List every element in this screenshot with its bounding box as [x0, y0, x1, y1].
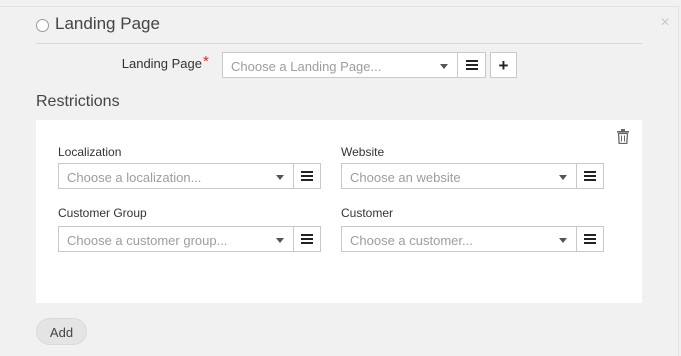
- close-icon[interactable]: ×: [658, 15, 672, 31]
- customer-group-label: Customer Group: [58, 206, 147, 220]
- section-header: Landing Page: [36, 14, 160, 34]
- landing-page-list-button[interactable]: [457, 52, 486, 78]
- localization-select[interactable]: Choose a localization...: [58, 163, 294, 189]
- customer-group-placeholder: Choose a customer group...: [67, 233, 228, 248]
- restrictions-title: Restrictions: [36, 93, 120, 110]
- hamburger-menu-icon: [301, 171, 313, 181]
- customer-list-button[interactable]: [576, 226, 604, 252]
- section-title: Landing Page: [55, 14, 160, 33]
- website-label: Website: [341, 145, 385, 159]
- caret-down-icon[interactable]: [440, 64, 448, 69]
- website-select[interactable]: Choose an website: [341, 163, 577, 189]
- customer-group-list-button[interactable]: [293, 226, 321, 252]
- caret-down-icon[interactable]: [559, 238, 567, 243]
- caret-down-icon[interactable]: [559, 175, 567, 180]
- landing-page-label: Landing Page: [121, 56, 202, 71]
- localization-placeholder: Choose a localization...: [67, 170, 202, 185]
- landing-page-add-button[interactable]: +: [490, 52, 517, 78]
- trash-icon[interactable]: [617, 129, 629, 144]
- hamburger-menu-icon: [465, 60, 478, 70]
- caret-down-icon[interactable]: [276, 175, 284, 180]
- landing-page-placeholder: Choose a Landing Page...: [231, 59, 382, 74]
- hamburger-menu-icon: [584, 234, 596, 244]
- localization-label: Localization: [58, 145, 122, 159]
- section-divider: [36, 43, 642, 44]
- landing-page-select[interactable]: Choose a Landing Page...: [222, 52, 458, 78]
- customer-group-select[interactable]: Choose a customer group...: [58, 226, 294, 252]
- localization-list-button[interactable]: [293, 163, 321, 189]
- customer-label: Customer: [341, 206, 394, 220]
- website-list-button[interactable]: [576, 163, 604, 189]
- add-restriction-button[interactable]: Add: [36, 318, 87, 345]
- hamburger-menu-icon: [584, 171, 596, 181]
- plus-icon: +: [498, 55, 509, 75]
- customer-select[interactable]: Choose a customer...: [341, 226, 577, 252]
- hamburger-menu-icon: [301, 234, 313, 244]
- radio-icon[interactable]: [36, 18, 49, 32]
- website-placeholder: Choose an website: [350, 170, 461, 185]
- required-marker: *: [203, 53, 209, 70]
- caret-down-icon[interactable]: [276, 238, 284, 243]
- customer-placeholder: Choose a customer...: [350, 233, 473, 248]
